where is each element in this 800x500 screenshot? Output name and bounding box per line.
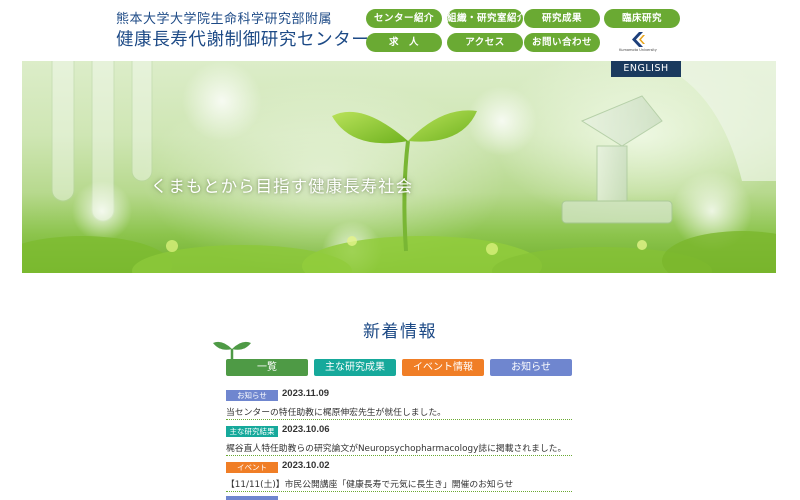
next-news-badge-partial — [226, 496, 278, 500]
news-badge: 主な研究結果 — [226, 426, 278, 437]
site-subtitle: 熊本大学大学院生命科学研究部附属 — [116, 12, 333, 27]
news-link[interactable]: 梶谷直人特任助教らの研究論文がNeuropsychopharmacology誌に… — [226, 441, 566, 454]
tab-events[interactable]: イベント情報 — [402, 359, 484, 376]
nav-access[interactable]: アクセス — [447, 33, 523, 52]
news-heading: 新着情報 — [363, 322, 437, 342]
nav-clinical-research[interactable]: 臨床研究 — [604, 9, 680, 28]
nav-center-intro[interactable]: センター紹介 — [366, 9, 442, 28]
hero-caption: くまもとから目指す健康長寿社会 — [150, 177, 414, 196]
kumamoto-university-logo[interactable]: Kumamoto University — [616, 32, 660, 54]
nav-research-results[interactable]: 研究成果 — [524, 9, 600, 28]
news-divider — [226, 491, 572, 492]
site-title[interactable]: 健康長寿代謝制御研究センター — [116, 26, 369, 51]
news-divider — [226, 419, 572, 420]
hero-illustration — [22, 61, 776, 273]
university-mark-icon — [632, 32, 645, 47]
news-link[interactable]: 【11/11(土)】市民公開講座「健康長寿で元気に長生き」開催のお知らせ — [226, 477, 513, 490]
sprout-icon — [213, 341, 251, 361]
news-divider — [226, 455, 572, 456]
news-date: 2023.10.02 — [282, 460, 330, 471]
nav-organization[interactable]: 組織・研究室紹介 — [447, 9, 527, 28]
university-logo-text: Kumamoto University — [619, 48, 657, 52]
news-item: お知らせ 2023.11.09 当センターの特任助教に梶原伸宏先生が就任しました… — [226, 387, 572, 421]
news-badge: お知らせ — [226, 390, 278, 401]
tab-research[interactable]: 主な研究成果 — [314, 359, 396, 376]
news-item: イベント 2023.10.02 【11/11(土)】市民公開講座「健康長寿で元気… — [226, 459, 572, 493]
nav-contact[interactable]: お問い合わせ — [524, 33, 600, 52]
news-date: 2023.10.06 — [282, 424, 330, 435]
site-header: 熊本大学大学院生命科学研究部附属 健康長寿代謝制御研究センター センター紹介 組… — [0, 0, 800, 61]
english-button[interactable]: ENGLISH — [611, 61, 681, 77]
news-date: 2023.11.09 — [282, 388, 330, 399]
nav-recruit[interactable]: 求 人 — [366, 33, 442, 52]
news-link[interactable]: 当センターの特任助教に梶原伸宏先生が就任しました。 — [226, 405, 446, 418]
hero-banner: くまもとから目指す健康長寿社会 — [22, 61, 776, 273]
news-badge: イベント — [226, 462, 278, 473]
tab-all[interactable]: 一覧 — [226, 359, 308, 376]
foliage — [22, 231, 776, 273]
tab-notices[interactable]: お知らせ — [490, 359, 572, 376]
news-item: 主な研究結果 2023.10.06 梶谷直人特任助教らの研究論文がNeurops… — [226, 423, 572, 457]
